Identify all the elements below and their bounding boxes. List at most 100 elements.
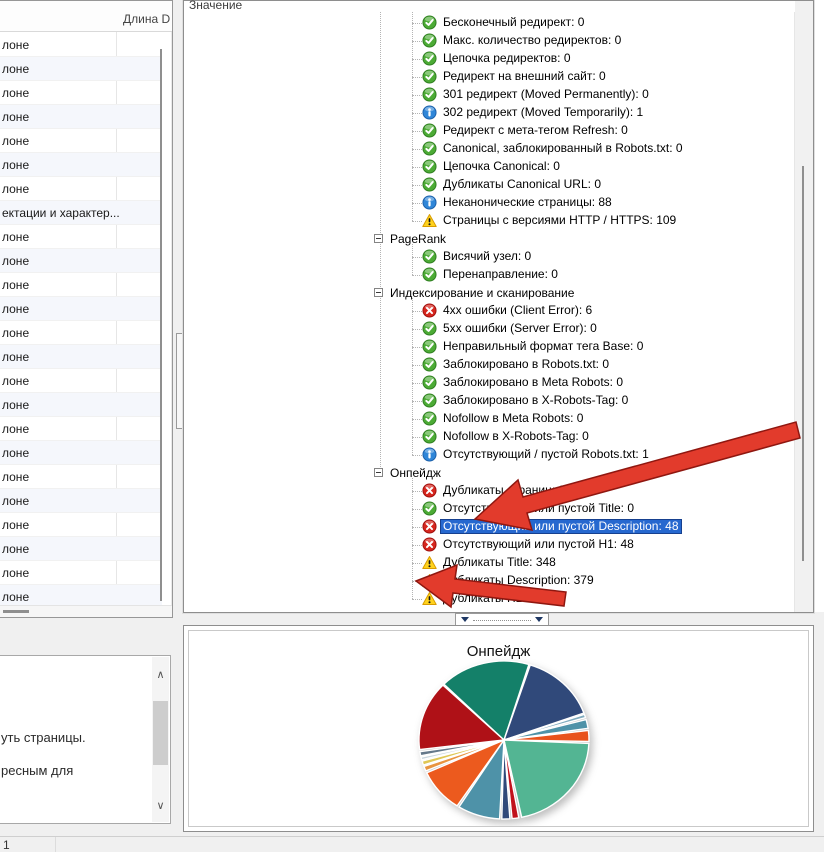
tree-item[interactable]: Отсутствующий или пустой Title: 0 <box>184 500 795 518</box>
tree-item-label: Дубликаты Title: 348 <box>440 555 559 570</box>
scrollbar-thumb[interactable] <box>3 610 29 613</box>
tree-item[interactable]: Неправильный формат тега Base: 0 <box>184 338 795 356</box>
tree-item[interactable]: Дубликаты Description: 379 <box>184 572 795 590</box>
table-row[interactable]: лоне <box>0 537 162 561</box>
tree-item[interactable]: Canonical, заблокированный в Robots.txt:… <box>184 140 795 158</box>
green-check-icon <box>422 141 437 156</box>
green-check-icon <box>422 249 437 264</box>
tree-item[interactable]: Дубликаты H1: 349 <box>184 590 795 608</box>
table-row[interactable]: лоне <box>0 273 162 297</box>
scrollbar-thumb[interactable] <box>802 166 804 561</box>
table-row[interactable]: лоне <box>0 297 162 321</box>
help-text-line: уть страницы. <box>1 730 86 745</box>
table-row[interactable]: лоне <box>0 345 162 369</box>
tree-item[interactable]: Макс. количество редиректов: 0 <box>184 32 795 50</box>
collapse-down-icon[interactable] <box>535 617 543 622</box>
table-row[interactable]: лоне <box>0 105 162 129</box>
green-check-icon <box>422 375 437 390</box>
table-row[interactable]: лоне <box>0 153 162 177</box>
app-screen: Длина D лонелонелонелонелонелонелонеекта… <box>0 0 824 852</box>
collapse-down-icon[interactable] <box>461 617 469 622</box>
yellow-warning-icon <box>422 591 437 606</box>
scroll-up-icon[interactable]: ∧ <box>152 669 169 681</box>
scroll-down-icon[interactable]: ∨ <box>152 800 169 812</box>
tree-item[interactable]: Бесконечный редирект: 0 <box>184 14 795 32</box>
tree-item-label: Страницы с версиями HTTP / HTTPS: 109 <box>440 213 679 228</box>
tree-item[interactable]: Заблокировано в X-Robots-Tag: 0 <box>184 392 795 410</box>
table-header-row[interactable]: Длина D <box>0 1 172 32</box>
tree-item[interactable]: Nofollow в Meta Robots: 0 <box>184 410 795 428</box>
table-row[interactable]: лоне <box>0 513 162 537</box>
blue-info-icon <box>422 105 437 120</box>
help-scrollbar[interactable]: ∧ ∨ <box>152 657 169 822</box>
collapse-expander-icon[interactable] <box>374 234 383 243</box>
tree-item[interactable]: Заблокировано в Meta Robots: 0 <box>184 374 795 392</box>
tree-item[interactable]: Редирект с мета-тегом Refresh: 0 <box>184 122 795 140</box>
table-row[interactable]: лоне <box>0 33 162 57</box>
collapse-expander-icon[interactable] <box>374 288 383 297</box>
tree-connector <box>412 491 422 492</box>
table-row[interactable]: лоне <box>0 369 162 393</box>
tree-connector <box>412 599 422 600</box>
table-row[interactable]: лоне <box>0 225 162 249</box>
table-row[interactable]: лоне <box>0 57 162 81</box>
tree-item[interactable]: 302 редирект (Moved Temporarily): 1 <box>184 104 795 122</box>
tree-item[interactable]: Отсутствующий или пустой Description: 48 <box>184 518 795 536</box>
table-row[interactable]: лоне <box>0 81 162 105</box>
green-check-icon <box>422 159 437 174</box>
tree-item[interactable]: 4xx ошибки (Client Error): 6 <box>184 302 795 320</box>
tree-column-header: Значение <box>184 1 795 12</box>
tree-group-Онпейдж[interactable]: Онпейдж <box>184 464 795 482</box>
table-row[interactable]: лоне <box>0 129 162 153</box>
table-row[interactable]: лоне <box>0 249 162 273</box>
tree-group-Индексирование и сканирование[interactable]: Индексирование и сканирование <box>184 284 795 302</box>
tree-item[interactable]: Заблокировано в Robots.txt: 0 <box>184 356 795 374</box>
tree-item[interactable]: Страницы с версиями HTTP / HTTPS: 109 <box>184 212 795 230</box>
tree-item-label: Nofollow в X-Robots-Tag: 0 <box>440 429 592 444</box>
table-row[interactable]: ектации и характер... <box>0 201 162 225</box>
tree-connector <box>412 383 422 384</box>
tree-item-label: Заблокировано в X-Robots-Tag: 0 <box>440 393 631 408</box>
table-vertical-scrollbar[interactable] <box>160 49 162 601</box>
tree-group-PageRank[interactable]: PageRank <box>184 230 795 248</box>
table-row[interactable]: лоне <box>0 489 162 513</box>
green-check-icon <box>422 69 437 84</box>
table-row[interactable]: лоне <box>0 321 162 345</box>
green-check-icon <box>422 33 437 48</box>
tree-item[interactable]: Неканонические страницы: 88 <box>184 194 795 212</box>
table-row[interactable]: лоне <box>0 393 162 417</box>
scrollbar-thumb[interactable] <box>153 701 168 765</box>
table-horizontal-scrollbar[interactable] <box>0 605 172 617</box>
tree-item[interactable]: Цепочка Canonical: 0 <box>184 158 795 176</box>
tree-item-label: Неправильный формат тега Base: 0 <box>440 339 646 354</box>
tree-item-label: Canonical, заблокированный в Robots.txt:… <box>440 141 686 156</box>
table-row[interactable]: лоне <box>0 441 162 465</box>
tree-item[interactable]: Дубликаты Canonical URL: 0 <box>184 176 795 194</box>
tree-group-label: Индексирование и сканирование <box>390 286 574 300</box>
tree-item-label: Перенаправление: 0 <box>440 267 561 282</box>
table-row[interactable]: лоне <box>0 177 162 201</box>
tree-item[interactable]: Дубликаты Title: 348 <box>184 554 795 572</box>
tree-item[interactable]: Nofollow в X-Robots-Tag: 0 <box>184 428 795 446</box>
tree-item[interactable]: Отсутствующий или пустой H1: 48 <box>184 536 795 554</box>
help-text-line: ресным для <box>1 763 73 778</box>
tree-connector <box>412 257 422 258</box>
tree-item[interactable]: 5xx ошибки (Server Error): 0 <box>184 320 795 338</box>
column-header-length[interactable]: Длина D <box>123 12 170 26</box>
tree-item[interactable]: Редирект на внешний сайт: 0 <box>184 68 795 86</box>
tree-connector <box>412 113 422 114</box>
tree-scrollbar[interactable] <box>794 1 813 612</box>
tree-item[interactable]: Цепочка редиректов: 0 <box>184 50 795 68</box>
tree-item[interactable]: Висячий узел: 0 <box>184 248 795 266</box>
tree-item[interactable]: Отсутствующий / пустой Robots.txt: 1 <box>184 446 795 464</box>
yellow-warning-icon <box>422 573 437 588</box>
tree-item[interactable]: Дубликаты страниц: 8 <box>184 482 795 500</box>
tree-item[interactable]: 301 редирект (Moved Permanently): 0 <box>184 86 795 104</box>
tree-connector <box>412 527 422 528</box>
tree-item[interactable]: Перенаправление: 0 <box>184 266 795 284</box>
tree-item-label: 302 редирект (Moved Temporarily): 1 <box>440 105 646 120</box>
table-row[interactable]: лоне <box>0 417 162 441</box>
table-row[interactable]: лоне <box>0 465 162 489</box>
collapse-expander-icon[interactable] <box>374 468 383 477</box>
table-row[interactable]: лоне <box>0 561 162 585</box>
